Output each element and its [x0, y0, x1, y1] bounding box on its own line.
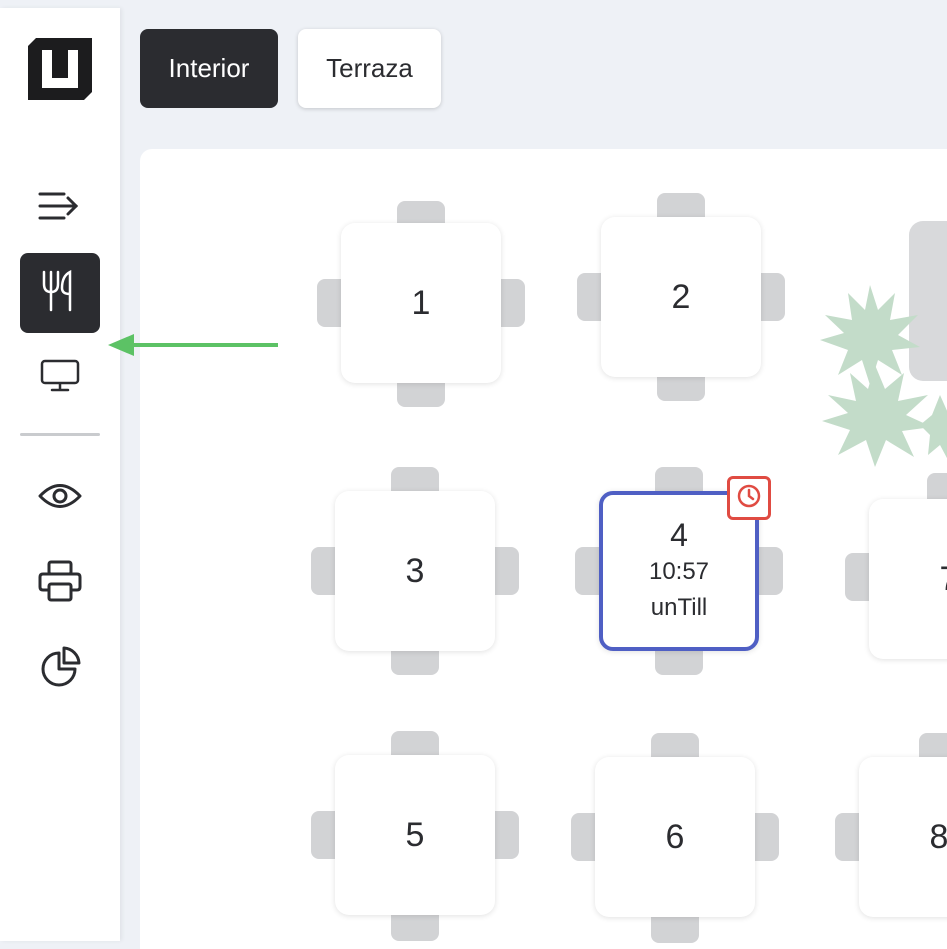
- timer-badge[interactable]: [727, 476, 771, 520]
- table-2[interactable]: 2: [601, 217, 761, 377]
- table-time: 10:57: [648, 558, 710, 585]
- print-button[interactable]: [20, 543, 100, 623]
- table-number: 2: [671, 277, 691, 316]
- table-1[interactable]: 1: [341, 223, 501, 383]
- table-number: 5: [405, 815, 425, 854]
- table-5[interactable]: 5: [335, 755, 495, 915]
- table-3[interactable]: 3: [335, 491, 495, 651]
- pie-chart-icon: [39, 645, 81, 692]
- menu-arrow-icon: [38, 188, 82, 229]
- tables-button[interactable]: [20, 253, 100, 333]
- printer-icon: [38, 560, 82, 607]
- table-number: 4: [670, 517, 688, 553]
- table-number: 6: [665, 817, 685, 856]
- untill-logo-icon: [28, 38, 92, 100]
- reports-button[interactable]: [20, 628, 100, 708]
- monitor-icon: [40, 359, 80, 398]
- sidebar-divider: [20, 433, 100, 436]
- table-6[interactable]: 6: [595, 757, 755, 917]
- table-number: 7: [940, 560, 947, 599]
- table-8[interactable]: 8: [859, 757, 947, 917]
- floor-plan: 1 2 3 4 10:57 unTill 5 6 8: [140, 149, 947, 949]
- view-button[interactable]: [20, 458, 100, 538]
- eye-icon: [38, 481, 82, 516]
- tab-interior[interactable]: Interior: [140, 29, 278, 108]
- table-number: 1: [411, 283, 431, 322]
- pointer-arrow-icon: [108, 330, 280, 360]
- menu-expand-button[interactable]: [20, 168, 100, 248]
- fork-knife-icon: [40, 269, 80, 317]
- table-7[interactable]: 7: [869, 499, 947, 659]
- sidebar: [0, 8, 120, 941]
- table-user: unTill: [650, 594, 708, 621]
- clock-icon: [736, 483, 762, 514]
- table-number: 3: [405, 551, 425, 590]
- monitor-button[interactable]: [20, 338, 100, 418]
- plant-decoration-icon: [820, 285, 947, 480]
- tab-terraza[interactable]: Terraza: [298, 29, 441, 108]
- table-number: 8: [929, 817, 947, 856]
